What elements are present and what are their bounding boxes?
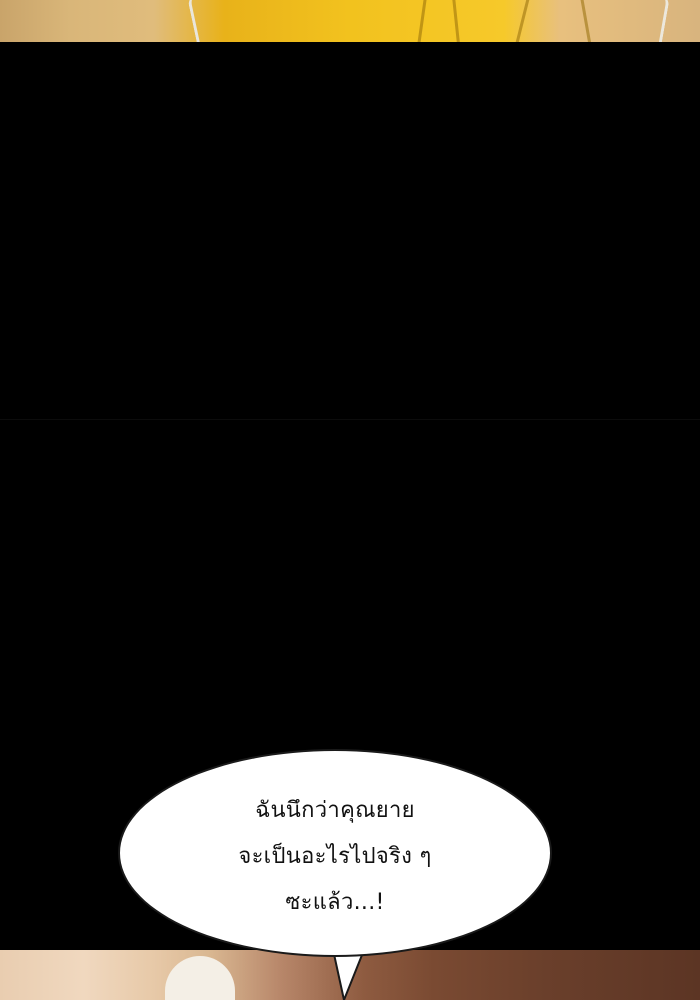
hair-strand [578, 0, 595, 42]
hair-strand [451, 0, 462, 42]
top-comic-panel [0, 0, 700, 42]
character-shoulder [165, 956, 235, 1000]
hair-strand [511, 0, 532, 42]
dialogue-line-3: ซะแล้ว...! [285, 890, 385, 915]
dialogue-line-2: จะเป็นอะไรไปจริง ๆ [238, 844, 432, 869]
dialogue-line-1: ฉันนึกว่าคุณยาย [255, 798, 415, 823]
panel-divider [0, 419, 700, 420]
hair-outline-right [639, 0, 671, 42]
hair-outline-left [186, 0, 216, 42]
hair-strand [415, 0, 428, 42]
speech-bubble: ฉันนึกว่าคุณยาย จะเป็นอะไรไปจริง ๆ ซะแล้… [118, 749, 552, 957]
